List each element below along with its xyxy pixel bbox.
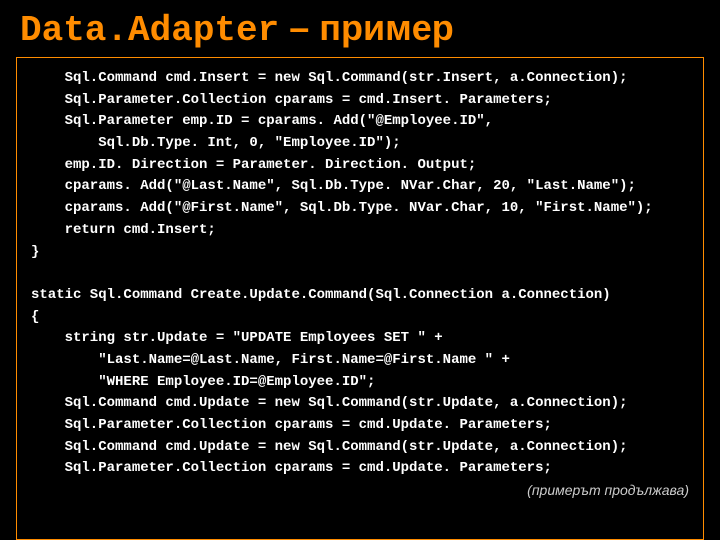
code-line: emp.ID. Direction = Parameter. Direction… <box>31 157 476 173</box>
code-line: { <box>31 309 39 325</box>
code-line: Sql.Command cmd.Update = new Sql.Command… <box>31 439 628 455</box>
code-line: Sql.Command cmd.Insert = new Sql.Command… <box>31 70 628 86</box>
title-cyrillic: пример <box>319 7 454 48</box>
code-line: static Sql.Command Create.Update.Command… <box>31 287 611 303</box>
slide: Data.Adapter – пример Sql.Command cmd.In… <box>0 0 720 540</box>
code-line: Sql.Parameter emp.ID = cparams. Add("@Em… <box>31 113 493 129</box>
code-line: Sql.Parameter.Collection cparams = cmd.I… <box>31 92 552 108</box>
slide-title: Data.Adapter – пример <box>0 0 720 57</box>
code-line: cparams. Add("@Last.Name", Sql.Db.Type. … <box>31 178 636 194</box>
code-line: return cmd.Insert; <box>31 222 216 238</box>
code-line: Sql.Db.Type. Int, 0, "Employee.ID"); <box>31 135 401 151</box>
title-dash: – <box>279 7 319 48</box>
code-line: "Last.Name=@Last.Name, First.Name=@First… <box>31 352 510 368</box>
code-line: "WHERE Employee.ID=@Employee.ID"; <box>31 374 375 390</box>
continuation-note: (примерът продължава) <box>31 480 689 498</box>
code-line: cparams. Add("@First.Name", Sql.Db.Type.… <box>31 200 653 216</box>
code-block: Sql.Command cmd.Insert = new Sql.Command… <box>31 68 689 480</box>
code-box: Sql.Command cmd.Insert = new Sql.Command… <box>16 57 704 540</box>
code-line: Sql.Parameter.Collection cparams = cmd.U… <box>31 460 552 476</box>
code-line: Sql.Parameter.Collection cparams = cmd.U… <box>31 417 552 433</box>
code-line: } <box>31 244 39 260</box>
code-line: string str.Update = "UPDATE Employees SE… <box>31 330 443 346</box>
code-line: Sql.Command cmd.Update = new Sql.Command… <box>31 395 628 411</box>
title-mono: Data.Adapter <box>20 10 279 51</box>
